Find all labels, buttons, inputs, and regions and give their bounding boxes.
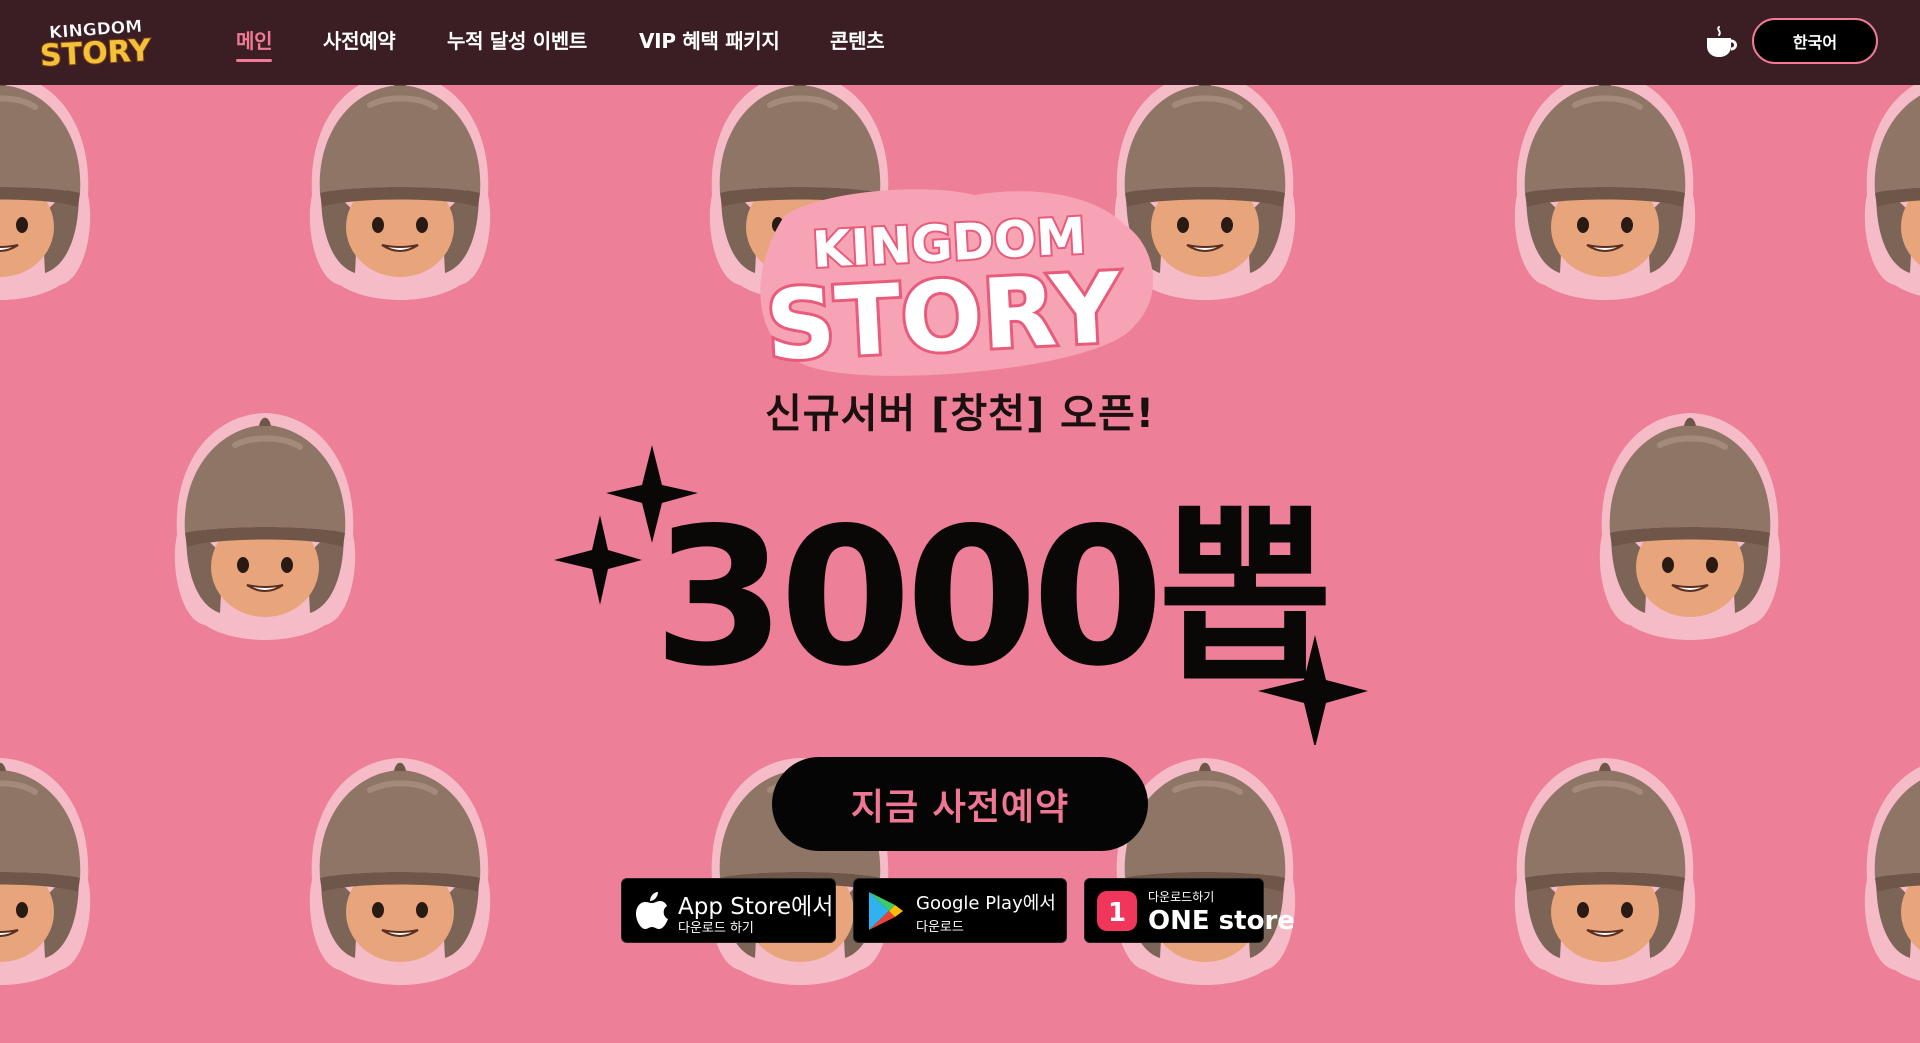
headline-3000-draws: 3000뽑 (653, 487, 1327, 708)
google-play-button[interactable]: Google Play에서 다운로드 (853, 878, 1067, 943)
nav-item-vip-package[interactable]: VIP 혜택 패키지 (639, 25, 780, 54)
top-navigation-bar: KINGDOM STORY 메인 사전예약 누적 달성 이벤트 VIP 혜택 패… (0, 0, 1920, 85)
nav-item-pre-registration[interactable]: 사전예약 (323, 25, 396, 54)
soldier-helmet-face-icon (1600, 413, 1780, 640)
language-button[interactable]: 한국어 (1752, 18, 1878, 64)
hero-logo-text-bottom: STORY (763, 252, 1124, 382)
soldier-helmet-face-icon (310, 85, 490, 300)
onestore-title: ONE store (1148, 906, 1295, 936)
soldier-helmet-face-icon (1515, 758, 1695, 985)
hero-game-logo: KINGDOM STORY (760, 189, 1154, 385)
google-play-icon (869, 892, 903, 930)
onestore-icon: 1 (1097, 891, 1137, 931)
app-store-subtitle: 다운로드 하기 (678, 921, 754, 936)
soldier-helmet-face-icon (1515, 85, 1695, 300)
nav-item-main[interactable]: 메인 (236, 25, 273, 62)
sparkle-icon (554, 515, 642, 605)
nav-item-milestone-event[interactable]: 누적 달성 이벤트 (447, 25, 587, 54)
pre-register-now-button[interactable]: 지금 사전예약 (772, 757, 1148, 851)
brand-logo-text-bottom: STORY (40, 33, 152, 73)
coffee-cup-icon[interactable] (1703, 24, 1739, 60)
new-server-announcement: 신규서버 [창천] 오픈! (764, 391, 1156, 437)
soldier-helmet-face-icon (310, 758, 490, 985)
onestore-badge: 1 (1108, 898, 1126, 928)
hero-section: KINGDOM STORY 신규서버 [창천] 오픈! 3000뽑 지금 사전예… (0, 85, 1920, 1043)
google-play-subtitle: 다운로드 (916, 920, 964, 935)
app-store-title: App Store에서 (678, 894, 834, 920)
app-store-button[interactable]: App Store에서 다운로드 하기 (621, 878, 836, 943)
onestore-button[interactable]: 1 다운로드하기 ONE store (1084, 878, 1295, 943)
onestore-subtitle: 다운로드하기 (1148, 890, 1215, 904)
soldier-helmet-face-icon (175, 413, 355, 640)
google-play-title: Google Play에서 (916, 893, 1056, 914)
headline-art: 3000뽑 (554, 445, 1368, 745)
apple-icon (636, 892, 668, 929)
nav-item-contents[interactable]: 콘텐츠 (830, 25, 885, 54)
brand-logo[interactable]: KINGDOM STORY (40, 13, 152, 73)
